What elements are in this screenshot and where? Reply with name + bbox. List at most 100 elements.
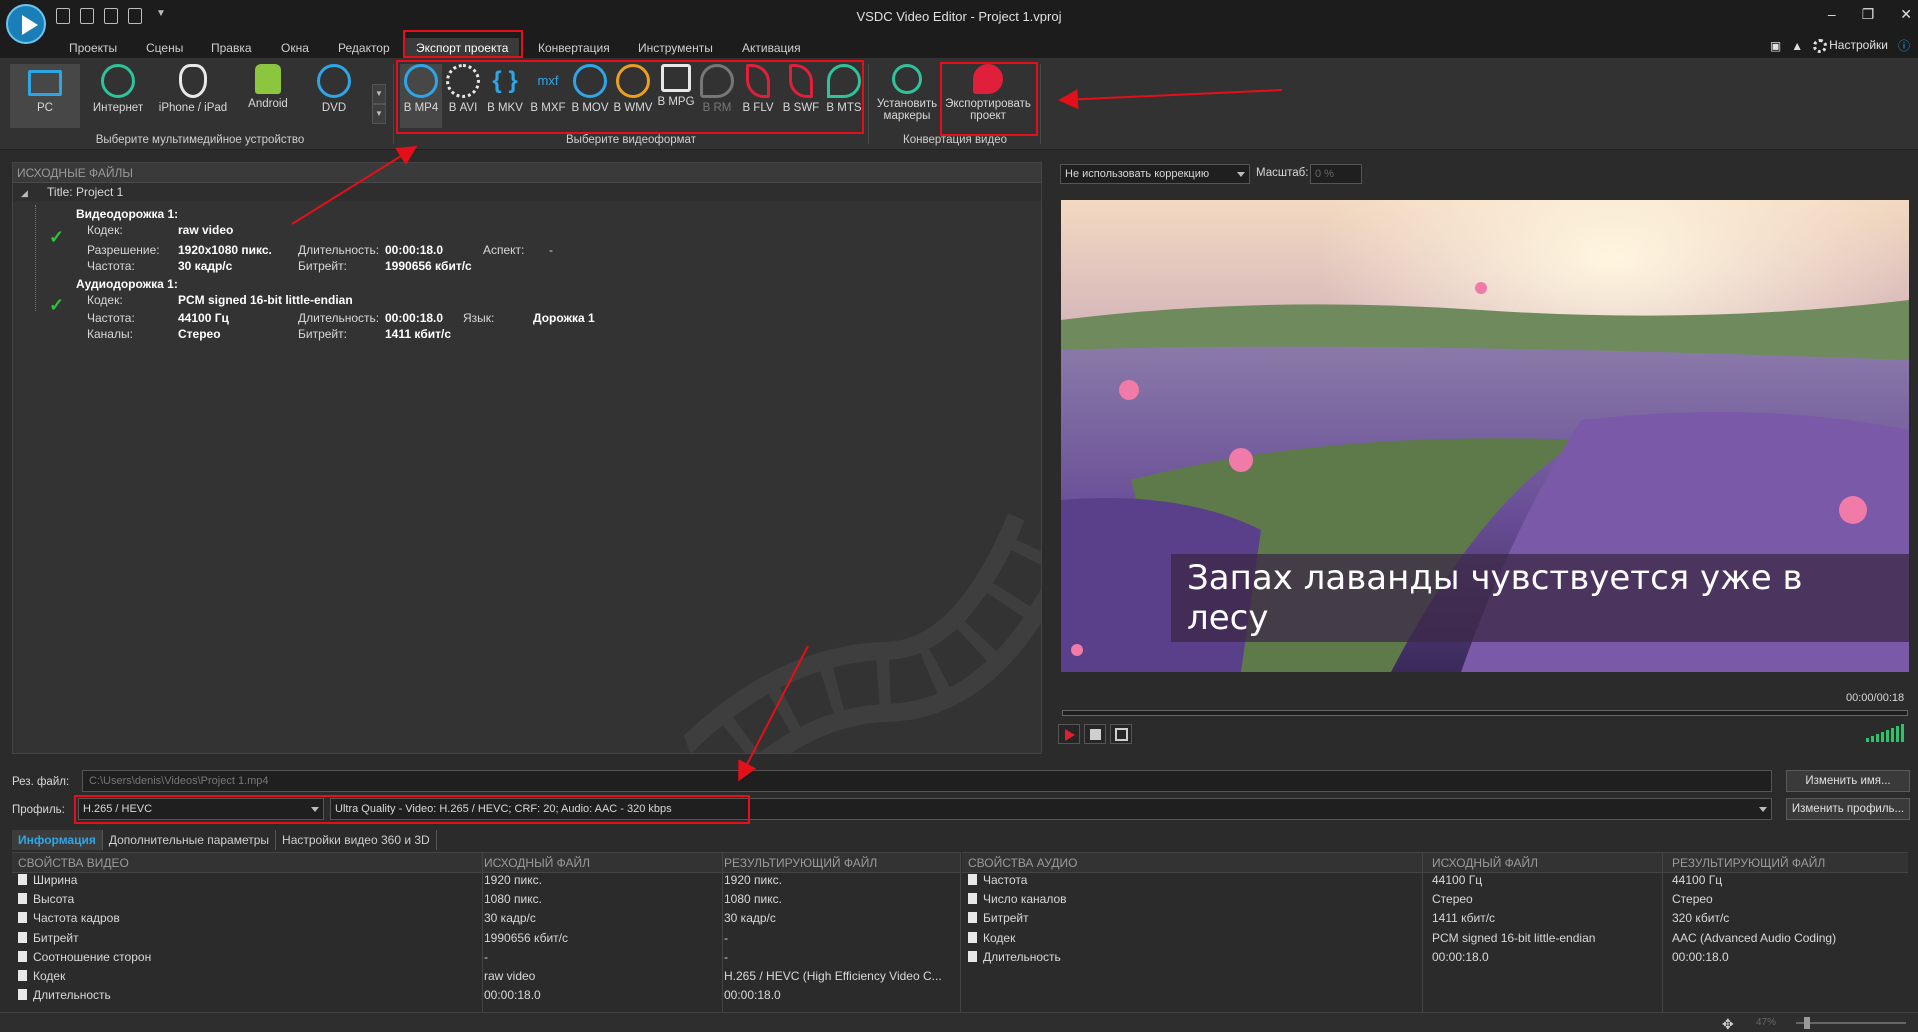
audio-channels-value: Стерео xyxy=(178,327,221,341)
menu-projects[interactable]: Проекты xyxy=(58,38,128,58)
fit-view-icon[interactable]: ✥ xyxy=(1722,1016,1734,1032)
format-wmv-button[interactable]: В WMV xyxy=(612,64,654,128)
scale-input[interactable]: 0 % xyxy=(1310,164,1362,184)
format-mxf-button[interactable]: mxf В MXF xyxy=(528,64,568,128)
column-header: ИСХОДНЫЙ ФАЙЛ xyxy=(1432,856,1539,870)
flv-icon xyxy=(746,64,770,98)
cell-text: 1990656 кбит/с xyxy=(484,930,568,945)
format-mkv-button[interactable]: { } В MKV xyxy=(484,64,526,128)
export-project-button[interactable]: Экспортировать проект xyxy=(942,64,1034,128)
minimize-icon[interactable]: – xyxy=(1828,6,1836,23)
menu-export-project[interactable]: Экспорт проекта xyxy=(405,38,520,58)
format-mts-button[interactable]: В MTS xyxy=(824,64,864,128)
codec-profile-select[interactable]: H.265 / HEVC xyxy=(78,798,324,820)
device-iphone-button[interactable]: iPhone / iPad xyxy=(152,64,234,128)
menu-edit[interactable]: Правка xyxy=(200,38,263,58)
cell-text: 00:00:18.0 xyxy=(1672,949,1729,964)
source-value-cell: 1411 кбит/с xyxy=(1432,911,1495,925)
format-mp4-button[interactable]: В MP4 xyxy=(400,64,442,128)
cell-text: Длительность xyxy=(33,988,111,1003)
device-internet-button[interactable]: Интернет xyxy=(84,64,152,128)
device-android-button[interactable]: Android xyxy=(236,64,300,128)
title-bar: ▼ VSDC Video Editor - Project 1.vproj – … xyxy=(0,0,1918,34)
layout-icon[interactable]: ▣ xyxy=(1770,39,1781,53)
cell-text: 1080 пикс. xyxy=(724,892,782,907)
menu-windows[interactable]: Окна xyxy=(270,38,320,58)
android-icon xyxy=(255,64,281,94)
ribbon-scroll-down-icon[interactable]: ▼ xyxy=(372,104,386,124)
cell-text: Высота xyxy=(33,892,75,907)
format-mov-button[interactable]: В MOV xyxy=(570,64,610,128)
menu-conversion[interactable]: Конвертация xyxy=(527,38,621,58)
audio-duration-value: 00:00:18.0 xyxy=(385,311,444,325)
rename-button[interactable]: Изменить имя... xyxy=(1786,770,1910,792)
snapshot-button[interactable] xyxy=(1110,724,1132,744)
column-divider xyxy=(1662,852,1663,1012)
info-icon[interactable]: ⓘ xyxy=(1898,37,1910,54)
document-icon xyxy=(968,874,977,885)
device-dvd-button[interactable]: DVD xyxy=(304,64,364,128)
result-value-cell: 30 кадр/с xyxy=(724,911,776,925)
zoom-slider[interactable] xyxy=(1796,1022,1906,1024)
format-avi-button[interactable]: В AVI xyxy=(444,64,482,128)
document-icon xyxy=(968,893,977,905)
format-swf-button[interactable]: В SWF xyxy=(780,64,822,128)
tab-additional-params[interactable]: Дополнительные параметры xyxy=(103,830,277,850)
menu-scenes[interactable]: Сцены xyxy=(135,38,194,58)
cell-text: H.265 / HEVC (High Efficiency Video C... xyxy=(724,969,942,983)
restore-icon[interactable]: ❐ xyxy=(1862,6,1875,23)
seek-bar[interactable] xyxy=(1062,710,1908,716)
stop-button[interactable] xyxy=(1084,724,1106,744)
device-pc-button[interactable]: PC xyxy=(10,64,80,128)
zoom-slider-thumb[interactable] xyxy=(1804,1017,1810,1029)
snapshot-icon xyxy=(1115,728,1128,741)
ribbon: PC Интернет iPhone / iPad Android DVD ▼ … xyxy=(0,58,1918,150)
cell-text: - xyxy=(724,949,728,964)
close-icon[interactable]: ✕ xyxy=(1900,6,1912,23)
film-reel-icon xyxy=(446,64,480,98)
menu-activation[interactable]: Активация xyxy=(731,38,812,58)
formats-caption: Выберите видеоформат xyxy=(566,134,696,146)
mts-icon xyxy=(827,64,861,98)
vsdc-logo[interactable] xyxy=(6,4,46,44)
settings-button[interactable]: Настройки xyxy=(1813,38,1888,53)
apple-icon xyxy=(179,64,207,98)
ribbon-separator xyxy=(1040,64,1041,144)
format-rm-button[interactable]: В RM xyxy=(698,64,736,128)
result-value-cell: - xyxy=(724,931,728,945)
column-divider xyxy=(960,852,961,1012)
column-divider xyxy=(1422,852,1423,1012)
timecode-display: 00:00/00:18 xyxy=(1846,692,1905,704)
cell-text: - xyxy=(724,930,728,945)
source-value-cell: 30 кадр/с xyxy=(484,911,536,925)
volume-level-icon[interactable] xyxy=(1866,724,1904,742)
project-title-row[interactable]: ◢ Title: Project 1 xyxy=(13,183,1041,201)
format-flv-button[interactable]: В FLV xyxy=(738,64,778,128)
set-markers-button[interactable]: Установить маркеры xyxy=(874,64,940,128)
output-file-path[interactable]: C:\Users\denis\Videos\Project 1.mp4 xyxy=(82,770,1772,792)
document-icon xyxy=(18,931,27,943)
menu-tools[interactable]: Инструменты xyxy=(627,38,724,58)
collapse-ribbon-icon[interactable]: ▲ xyxy=(1791,39,1803,53)
format-mpg-button[interactable]: В MPG xyxy=(656,64,696,128)
zoom-level: 47% xyxy=(1756,1017,1777,1028)
tab-360-3d-settings[interactable]: Настройки видео 360 и 3D xyxy=(276,830,437,850)
play-button[interactable] xyxy=(1058,724,1080,744)
quality-profile-select[interactable]: Ultra Quality - Video: H.265 / HEVC; CRF… xyxy=(330,798,1772,820)
collapse-triangle-icon[interactable]: ◢ xyxy=(21,188,28,198)
tab-info[interactable]: Информация xyxy=(12,830,103,850)
video-preview[interactable]: Запах лаванды чувствуется уже в лесу xyxy=(1061,200,1909,672)
property-name-cell: Длительность xyxy=(18,988,111,1002)
cell-text: 00:00:18.0 xyxy=(484,988,541,1003)
menu-editor[interactable]: Редактор xyxy=(327,38,401,58)
window-controls: – ❐ ✕ xyxy=(1828,6,1912,23)
audio-codec-label: Кодек: xyxy=(87,293,123,307)
property-name-cell: Частота кадров xyxy=(18,911,120,925)
video-aspect-value: - xyxy=(549,243,553,257)
correction-select[interactable]: Не использовать коррекцию xyxy=(1060,164,1250,184)
subtitle-caption: Запах лаванды чувствуется уже в лесу xyxy=(1171,554,1909,642)
change-profile-button[interactable]: Изменить профиль... xyxy=(1786,798,1910,820)
output-file-label: Рез. файл: xyxy=(12,776,70,788)
ribbon-scroll-up-icon[interactable]: ▼ xyxy=(372,84,386,104)
monitor-icon xyxy=(28,70,62,96)
